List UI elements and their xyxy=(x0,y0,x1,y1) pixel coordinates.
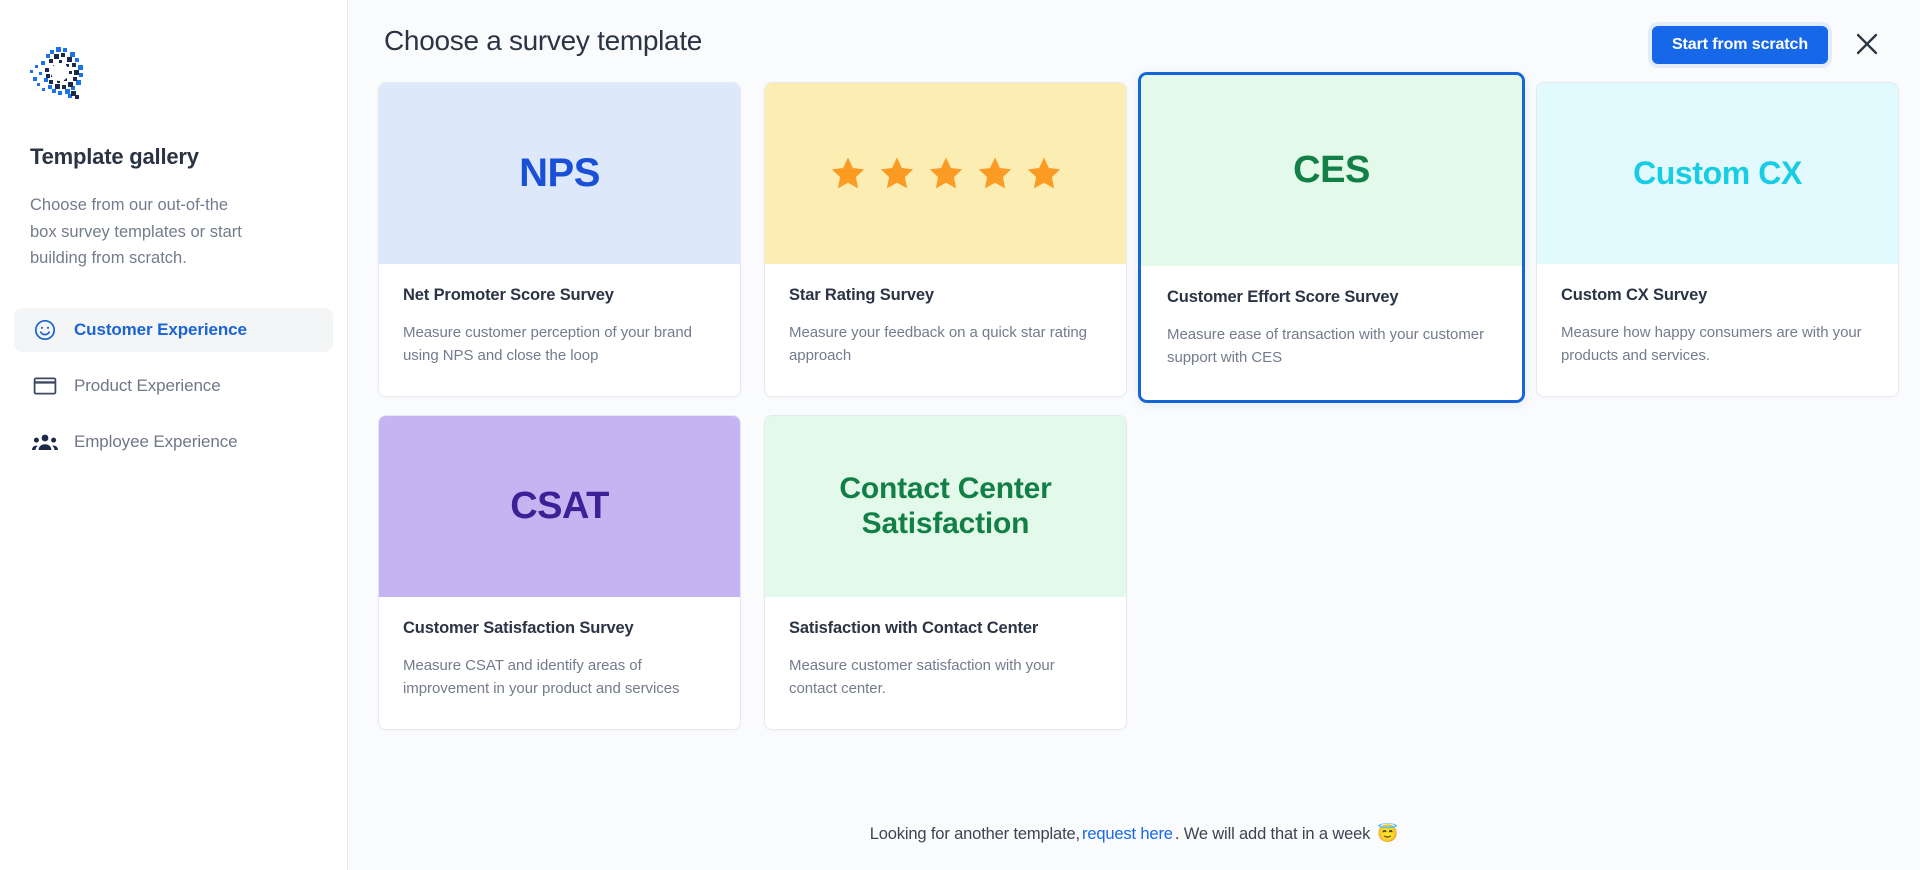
banner-label: Custom CX xyxy=(1633,154,1802,191)
sidebar-nav: Customer Experience Product Experience E… xyxy=(0,308,347,464)
card-description: Measure your feedback on a quick star ra… xyxy=(789,324,1087,365)
star-icon xyxy=(1027,157,1060,188)
card-description: Measure how happy consumers are with you… xyxy=(1561,324,1862,365)
star-icon xyxy=(880,157,913,188)
sidebar-item-label: Product Experience xyxy=(74,376,221,396)
banner-label: CES xyxy=(1293,149,1370,192)
smiling-face-with-halo-emoji: 😇 xyxy=(1377,824,1399,843)
smiley-face-icon xyxy=(32,317,58,343)
star-rating-icons xyxy=(828,155,1064,193)
request-here-link[interactable]: request here xyxy=(1082,825,1173,844)
sidebar-title: Template gallery xyxy=(30,144,199,169)
card-title: Satisfaction with Contact Center xyxy=(789,618,1039,637)
footer-text-before: Looking for another template, xyxy=(869,824,1080,843)
quantum-q-logo-icon xyxy=(28,44,92,102)
banner-label: NPS xyxy=(519,151,600,196)
card-body: Satisfaction with Contact Center Measure… xyxy=(765,596,1126,729)
people-group-icon xyxy=(32,429,58,455)
window-rectangle-icon xyxy=(32,373,58,399)
sidebar-item-label: Employee Experience xyxy=(74,432,238,452)
card-banner: Custom CX xyxy=(1537,83,1898,264)
card-body: Customer Satisfaction Survey Measure CSA… xyxy=(379,596,740,729)
sidebar-item-customer-experience[interactable]: Customer Experience xyxy=(14,308,333,353)
footer: Looking for another template, request he… xyxy=(348,824,1920,844)
template-card-nps[interactable]: NPS Net Promoter Score Survey Measure cu… xyxy=(378,82,741,397)
card-description: Measure CSAT and identify areas of impro… xyxy=(403,656,680,698)
template-card-star-rating[interactable]: Star Rating Survey Measure your feedback… xyxy=(764,82,1127,397)
card-body: Star Rating Survey Measure your feedback… xyxy=(765,264,1126,396)
main-panel: Choose a survey template Start from scra… xyxy=(348,0,1920,870)
start-from-scratch-button[interactable]: Start from scratch xyxy=(1651,26,1828,64)
page-title: Choose a survey template xyxy=(384,25,703,56)
sidebar-item-label: Customer Experience xyxy=(74,320,247,340)
template-gallery-modal: Template gallery Choose from our out-of-… xyxy=(0,0,1920,870)
template-card-custom-cx[interactable]: Custom CX Custom CX Survey Measure how h… xyxy=(1536,82,1899,397)
card-banner: CES xyxy=(1141,75,1522,266)
banner-label: CSAT xyxy=(510,485,609,528)
header: Choose a survey template Start from scra… xyxy=(348,0,1920,72)
card-title: Net Promoter Score Survey xyxy=(403,286,614,304)
card-title: Star Rating Survey xyxy=(789,286,934,304)
card-body: Customer Effort Score Survey Measure eas… xyxy=(1141,266,1522,400)
card-title: Customer Satisfaction Survey xyxy=(403,618,634,637)
card-description: Measure ease of transaction with your cu… xyxy=(1167,326,1485,367)
sidebar: Template gallery Choose from our out-of-… xyxy=(0,0,348,870)
footer-text-after: . We will add that in a week xyxy=(1174,824,1371,843)
template-card-ces[interactable]: CES Customer Effort Score Survey Measure… xyxy=(1138,72,1525,403)
card-body: Net Promoter Score Survey Measure custom… xyxy=(379,264,740,396)
card-banner: NPS xyxy=(379,83,740,264)
header-actions: Start from scratch xyxy=(1651,24,1884,64)
sidebar-item-product-experience[interactable]: Product Experience xyxy=(14,364,333,408)
card-title: Customer Effort Score Survey xyxy=(1167,288,1399,306)
banner-label: Contact Center Satisfaction xyxy=(839,472,1052,541)
card-banner xyxy=(765,83,1126,264)
card-banner: CSAT xyxy=(379,415,740,597)
star-icon xyxy=(978,157,1011,188)
template-card-contact-center[interactable]: Contact Center Satisfaction Satisfaction… xyxy=(764,414,1127,730)
star-icon xyxy=(929,157,962,188)
card-description: Measure customer perception of your bran… xyxy=(403,324,692,365)
close-icon xyxy=(1854,31,1880,60)
template-grid: NPS Net Promoter Score Survey Measure cu… xyxy=(348,72,1920,730)
card-banner: Contact Center Satisfaction xyxy=(765,415,1126,597)
sidebar-description: Choose from our out-of-the box survey te… xyxy=(30,196,242,268)
card-title: Custom CX Survey xyxy=(1561,286,1708,304)
star-icon xyxy=(831,157,864,188)
close-button[interactable] xyxy=(1850,28,1884,62)
card-description: Measure customer satisfaction with your … xyxy=(789,656,1055,698)
template-card-csat[interactable]: CSAT Customer Satisfaction Survey Measur… xyxy=(378,414,741,730)
card-body: Custom CX Survey Measure how happy consu… xyxy=(1537,264,1898,396)
sidebar-item-employee-experience[interactable]: Employee Experience xyxy=(14,420,333,464)
